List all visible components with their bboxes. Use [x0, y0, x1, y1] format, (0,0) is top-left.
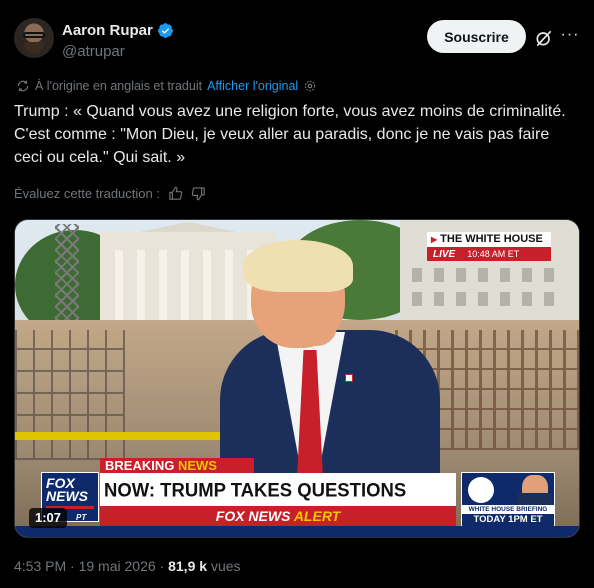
flag-pin [345, 374, 353, 382]
subscribe-button[interactable]: Souscrire [427, 20, 526, 53]
building-window [522, 292, 532, 306]
building-column [225, 250, 233, 330]
news-headline: NOW: TRUMP TAKES QUESTIONS FROM REPORTER… [100, 473, 456, 535]
live-tag: LIVE [433, 248, 456, 260]
building-window [456, 268, 466, 282]
author-name-row[interactable]: Aaron Rupar [62, 22, 174, 39]
tweet-header: Aaron Rupar @atrupar Souscrire ··· [14, 16, 580, 64]
building-column [203, 250, 211, 330]
translation-notice-text: À l'origine en anglais et traduit [35, 79, 203, 93]
building-window [412, 292, 422, 306]
breaking-news-tag: BREAKING NEWS [100, 458, 254, 474]
building-column [181, 250, 189, 330]
author-handle[interactable]: @atrupar [62, 43, 125, 60]
avatar-glasses [23, 32, 45, 38]
avatar[interactable] [14, 18, 54, 58]
location-text: THE WHITE HOUSE [440, 233, 543, 245]
white-house-briefing-promo: WHITE HOUSE BRIEFING TODAY 1PM ET [461, 472, 555, 526]
white-house-seal [468, 477, 494, 503]
thumbs-down-icon[interactable] [191, 186, 206, 201]
more-icon[interactable]: ··· [560, 27, 580, 48]
meta-separator: · [70, 558, 75, 574]
building-window [412, 268, 422, 282]
briefing-time: TODAY 1PM ET [462, 514, 554, 526]
location-label: ▶ THE WHITE HOUSE [427, 232, 551, 247]
settings-gear-icon[interactable] [303, 79, 317, 93]
video-duration[interactable]: 1:07 [29, 508, 68, 528]
live-row: LIVE 10:48 AM ET [427, 247, 551, 261]
briefing-title: WHITE HOUSE BRIEFING [462, 505, 554, 514]
building-window [522, 268, 532, 282]
building-window [500, 292, 510, 306]
translation-notice: À l'origine en anglais et traduit Affich… [16, 79, 317, 93]
live-time: 10:48 AM ET [467, 249, 520, 259]
rate-translation-row: Évaluez cette traduction : [14, 186, 206, 201]
tweet-date[interactable]: 19 mai 2026 [79, 558, 156, 574]
building-window [478, 268, 488, 282]
tweet-text: Trump : « Quand vous avez une religion f… [14, 103, 566, 166]
building-window [434, 268, 444, 282]
video-player[interactable]: ▶ THE WHITE HOUSE LIVE 10:48 AM ET BREAKI… [14, 219, 580, 538]
briefing-person-thumbnail [518, 475, 552, 505]
views-count: 81,9 k [168, 558, 208, 574]
meta-separator: · [159, 558, 165, 574]
play-triangle-icon: ▶ [431, 235, 438, 244]
fox-logo-line2: NEWS [46, 488, 88, 504]
building-window [500, 268, 510, 282]
building-window [544, 268, 554, 282]
building-column [159, 250, 167, 330]
fox-logo-sub: PT [76, 513, 87, 522]
live-location-box: ▶ THE WHITE HOUSE LIVE 10:48 AM ET [427, 232, 551, 262]
grok-icon[interactable] [534, 28, 554, 48]
tweet-time[interactable]: 4:53 PM [14, 558, 66, 574]
building-window [434, 292, 444, 306]
breaking-news-word: NEWS [177, 458, 217, 473]
alert-word: ALERT [293, 508, 341, 524]
breaking-word: BREAKING [105, 458, 175, 473]
building-window [456, 292, 466, 306]
views-label: vues [210, 558, 241, 574]
author-name[interactable]: Aaron Rupar [62, 22, 153, 39]
building-window [478, 292, 488, 306]
building-column [137, 250, 145, 330]
translate-icon [17, 80, 29, 92]
building-column [115, 250, 123, 330]
building-window [544, 292, 554, 306]
scaffolding [15, 330, 125, 460]
avatar-beard [24, 42, 44, 54]
rate-translation-label: Évaluez cette traduction : [14, 186, 160, 201]
news-ticker [15, 526, 579, 537]
thumbs-up-icon[interactable] [168, 186, 183, 201]
tweet-meta: 4:53 PM · 19 mai 2026 · 81,9 k vues [14, 558, 241, 574]
show-original-link[interactable]: Afficher l'original [207, 79, 298, 93]
person-hair [243, 240, 353, 292]
alert-brand: FOX NEWS [215, 508, 291, 524]
fox-news-alert-bar: FOX NEWS ALERT [100, 506, 456, 526]
verified-badge-icon [157, 23, 173, 38]
